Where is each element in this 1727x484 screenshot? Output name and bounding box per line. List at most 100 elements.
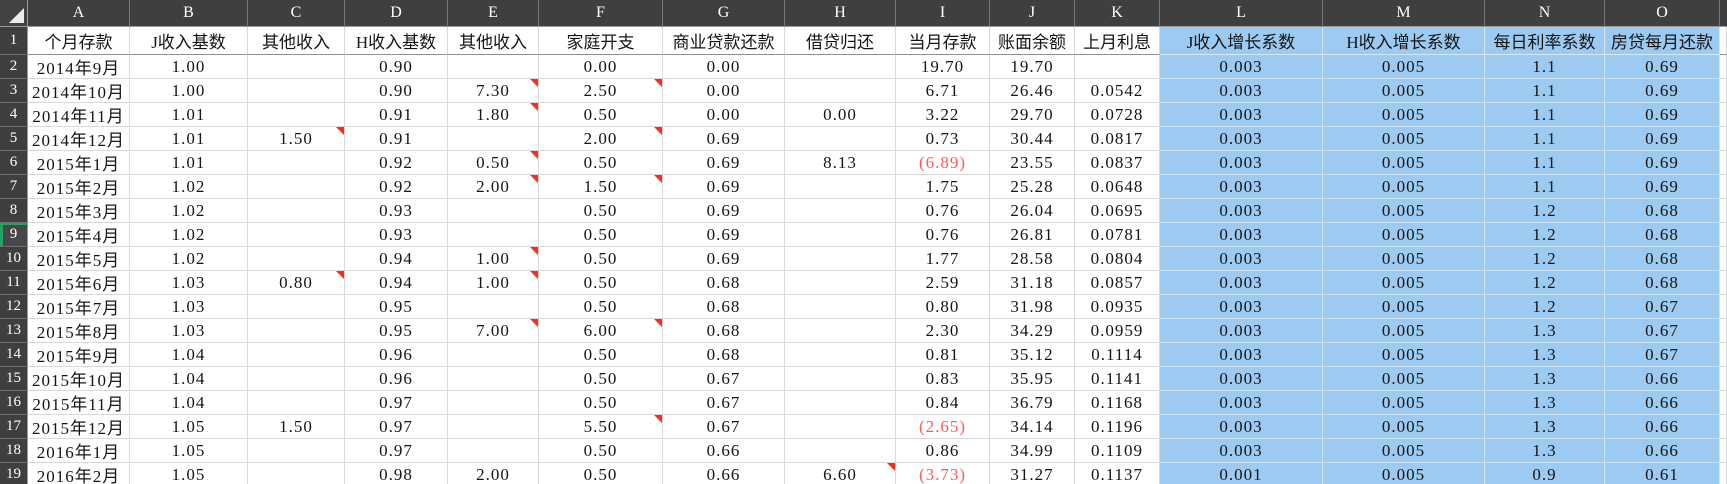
cell-D12[interactable]: 0.95: [345, 295, 448, 319]
cell-K2[interactable]: [1075, 55, 1160, 79]
cell-A14[interactable]: 2015年9月: [28, 343, 130, 367]
cell-F17[interactable]: 5.50: [539, 415, 663, 439]
cell-E16[interactable]: [448, 391, 539, 415]
cell-J1[interactable]: 账面余额: [990, 27, 1075, 55]
cell-H18[interactable]: [785, 439, 896, 463]
cell-A11[interactable]: 2015年6月: [28, 271, 130, 295]
cell-D3[interactable]: 0.90: [345, 79, 448, 103]
row-header-5[interactable]: 5: [0, 127, 28, 151]
row-header-4[interactable]: 4: [0, 103, 28, 127]
row-header-9[interactable]: 9: [0, 223, 28, 247]
cell-H11[interactable]: [785, 271, 896, 295]
cell-C5[interactable]: 1.50: [248, 127, 345, 151]
cell-K4[interactable]: 0.0728: [1075, 103, 1160, 127]
cell-C13[interactable]: [248, 319, 345, 343]
cell-J8[interactable]: 26.04: [990, 199, 1075, 223]
cell-E14[interactable]: [448, 343, 539, 367]
cell-F8[interactable]: 0.50: [539, 199, 663, 223]
cell-F1[interactable]: 家庭开支: [539, 27, 663, 55]
cell-E12[interactable]: [448, 295, 539, 319]
cell-A19[interactable]: 2016年2月: [28, 463, 130, 484]
cell-H3[interactable]: [785, 79, 896, 103]
cell-I5[interactable]: 0.73: [896, 127, 990, 151]
cell-N9[interactable]: 1.2: [1485, 223, 1605, 247]
cell-L5[interactable]: 0.003: [1160, 127, 1323, 151]
cell-A16[interactable]: 2015年11月: [28, 391, 130, 415]
column-header-B[interactable]: B: [130, 0, 248, 27]
cell-D19[interactable]: 0.98: [345, 463, 448, 484]
cell-B4[interactable]: 1.01: [130, 103, 248, 127]
row-header-12[interactable]: 12: [0, 295, 28, 319]
column-header-I[interactable]: I: [896, 0, 990, 27]
cell-F7[interactable]: 1.50: [539, 175, 663, 199]
cell-D8[interactable]: 0.93: [345, 199, 448, 223]
cell-F19[interactable]: 0.50: [539, 463, 663, 484]
cell-H4[interactable]: 0.00: [785, 103, 896, 127]
cell-K14[interactable]: 0.1114: [1075, 343, 1160, 367]
cell-J17[interactable]: 34.14: [990, 415, 1075, 439]
cell-M4[interactable]: 0.005: [1323, 103, 1485, 127]
cell-N11[interactable]: 1.2: [1485, 271, 1605, 295]
cell-E13[interactable]: 7.00: [448, 319, 539, 343]
cell-B16[interactable]: 1.04: [130, 391, 248, 415]
cell-H8[interactable]: [785, 199, 896, 223]
cell-O5[interactable]: 0.69: [1605, 127, 1720, 151]
cell-G18[interactable]: 0.66: [663, 439, 785, 463]
cell-L18[interactable]: 0.003: [1160, 439, 1323, 463]
cell-K12[interactable]: 0.0935: [1075, 295, 1160, 319]
cell-B3[interactable]: 1.00: [130, 79, 248, 103]
cell-O16[interactable]: 0.66: [1605, 391, 1720, 415]
cell-B2[interactable]: 1.00: [130, 55, 248, 79]
select-all-corner[interactable]: [0, 0, 28, 27]
cell-N13[interactable]: 1.3: [1485, 319, 1605, 343]
cell-G1[interactable]: 商业贷款还款: [663, 27, 785, 55]
cell-B9[interactable]: 1.02: [130, 223, 248, 247]
cell-N18[interactable]: 1.3: [1485, 439, 1605, 463]
cell-G19[interactable]: 0.66: [663, 463, 785, 484]
cell-O1[interactable]: 房贷每月还款: [1605, 27, 1720, 55]
cell-E10[interactable]: 1.00: [448, 247, 539, 271]
cell-O17[interactable]: 0.66: [1605, 415, 1720, 439]
cell-O7[interactable]: 0.69: [1605, 175, 1720, 199]
column-header-L[interactable]: L: [1160, 0, 1323, 27]
cell-L17[interactable]: 0.003: [1160, 415, 1323, 439]
column-header-K[interactable]: K: [1075, 0, 1160, 27]
cell-D18[interactable]: 0.97: [345, 439, 448, 463]
cell-O3[interactable]: 0.69: [1605, 79, 1720, 103]
cell-L13[interactable]: 0.003: [1160, 319, 1323, 343]
cell-L12[interactable]: 0.003: [1160, 295, 1323, 319]
cell-O15[interactable]: 0.66: [1605, 367, 1720, 391]
cell-M7[interactable]: 0.005: [1323, 175, 1485, 199]
cell-E11[interactable]: 1.00: [448, 271, 539, 295]
cell-C17[interactable]: 1.50: [248, 415, 345, 439]
cell-F6[interactable]: 0.50: [539, 151, 663, 175]
cell-L7[interactable]: 0.003: [1160, 175, 1323, 199]
cell-G3[interactable]: 0.00: [663, 79, 785, 103]
cell-L15[interactable]: 0.003: [1160, 367, 1323, 391]
cell-M6[interactable]: 0.005: [1323, 151, 1485, 175]
cell-N3[interactable]: 1.1: [1485, 79, 1605, 103]
cell-L11[interactable]: 0.003: [1160, 271, 1323, 295]
cell-J6[interactable]: 23.55: [990, 151, 1075, 175]
cell-J9[interactable]: 26.81: [990, 223, 1075, 247]
cell-G16[interactable]: 0.67: [663, 391, 785, 415]
cell-E2[interactable]: [448, 55, 539, 79]
cell-C11[interactable]: 0.80: [248, 271, 345, 295]
cell-E4[interactable]: 1.80: [448, 103, 539, 127]
cell-B13[interactable]: 1.03: [130, 319, 248, 343]
cell-N6[interactable]: 1.1: [1485, 151, 1605, 175]
cell-F11[interactable]: 0.50: [539, 271, 663, 295]
cell-I11[interactable]: 2.59: [896, 271, 990, 295]
cell-K17[interactable]: 0.1196: [1075, 415, 1160, 439]
cell-O10[interactable]: 0.68: [1605, 247, 1720, 271]
cell-L10[interactable]: 0.003: [1160, 247, 1323, 271]
cell-D13[interactable]: 0.95: [345, 319, 448, 343]
cell-C4[interactable]: [248, 103, 345, 127]
cell-D15[interactable]: 0.96: [345, 367, 448, 391]
cell-B10[interactable]: 1.02: [130, 247, 248, 271]
cell-E5[interactable]: [448, 127, 539, 151]
cell-I14[interactable]: 0.81: [896, 343, 990, 367]
cell-F5[interactable]: 2.00: [539, 127, 663, 151]
cell-K10[interactable]: 0.0804: [1075, 247, 1160, 271]
cell-K9[interactable]: 0.0781: [1075, 223, 1160, 247]
